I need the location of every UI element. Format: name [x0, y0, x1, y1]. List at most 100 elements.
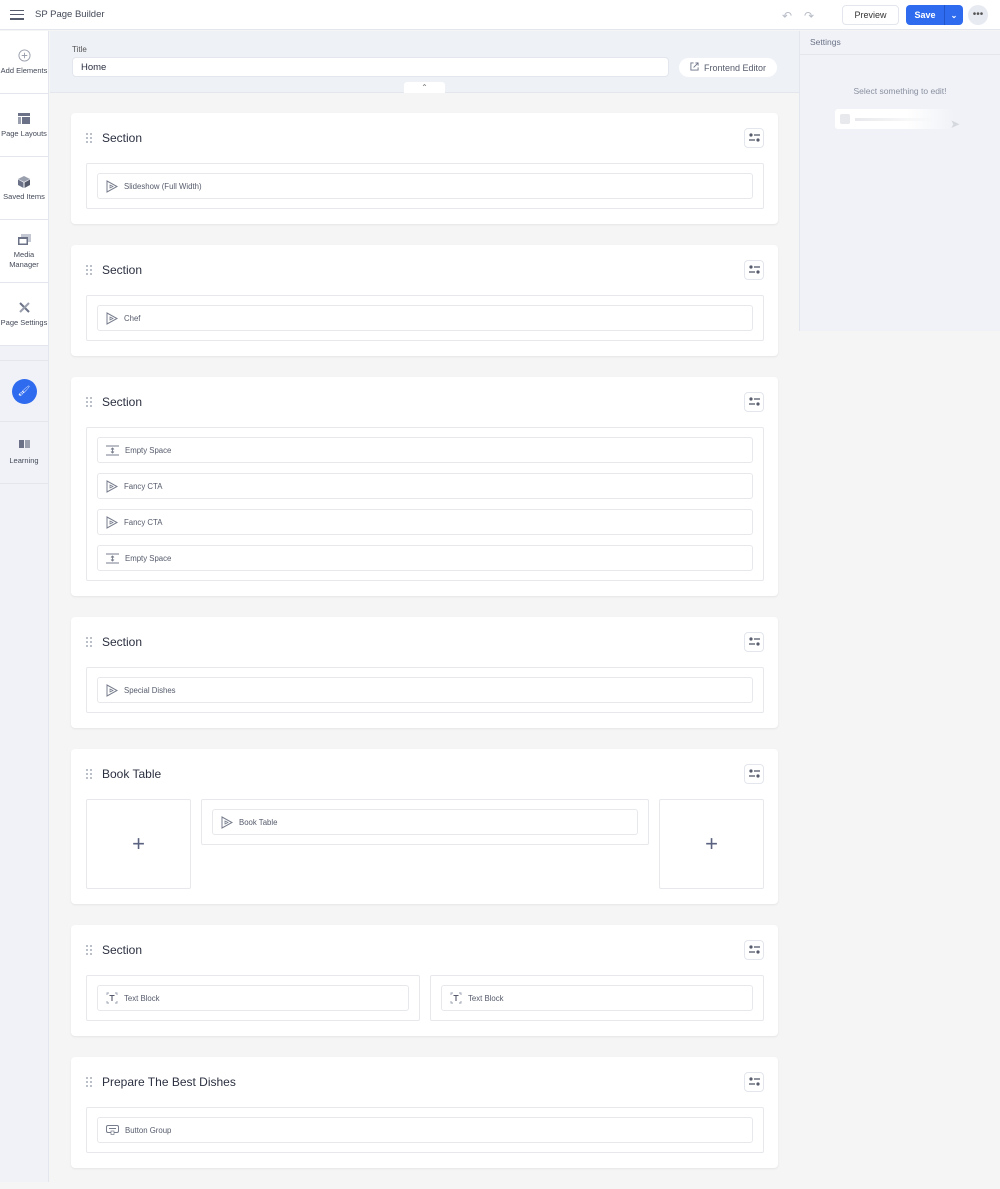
frontend-editor-button[interactable]: Frontend Editor [679, 58, 777, 77]
sidebar-item-saved-items[interactable]: Saved Items [0, 157, 48, 220]
drag-handle-icon[interactable] [86, 132, 92, 144]
add-element-column[interactable]: + [86, 799, 191, 889]
addon-icon [106, 311, 118, 325]
plus-icon[interactable]: + [132, 831, 145, 857]
column: Text Block [86, 975, 420, 1021]
sidebar-item-media-manager[interactable]: Media Manager [0, 220, 48, 283]
row: Special Dishes [86, 667, 764, 713]
addon-icon [106, 479, 118, 493]
section-options-button[interactable] [744, 1072, 764, 1092]
element-label: Fancy CTA [124, 517, 163, 527]
drag-handle-icon[interactable] [86, 396, 92, 408]
menu-icon[interactable] [10, 9, 24, 20]
drag-handle-icon[interactable] [86, 1076, 92, 1088]
element-label: Chef [124, 313, 141, 323]
sidebar-item-learning[interactable]: Learning [0, 422, 48, 484]
app-title: SP Page Builder [35, 9, 105, 20]
section[interactable]: Prepare The Best Dishes Button Group [71, 1057, 778, 1168]
column: Empty Space Fancy CTA Fancy CTA Empty Space [86, 427, 764, 581]
title-input[interactable] [72, 57, 669, 77]
element-item[interactable]: Special Dishes [97, 677, 753, 703]
collapse-toggle[interactable]: ⌃ [404, 82, 445, 93]
element-item[interactable]: Chef [97, 305, 753, 331]
sidebar-item-add-elements[interactable]: Add Elements [0, 31, 48, 94]
element-item[interactable]: Fancy CTA [97, 509, 753, 535]
title-label: Title [72, 45, 87, 54]
button-group-icon [106, 1125, 119, 1135]
element-item[interactable]: Text Block [97, 985, 409, 1011]
sliders-icon [748, 765, 760, 783]
sliders-icon [748, 261, 760, 279]
section[interactable]: Section Chef [71, 245, 778, 356]
element-item[interactable]: Empty Space [97, 437, 753, 463]
element-label: Empty Space [125, 445, 172, 455]
chevron-down-icon[interactable]: ⌄ [944, 5, 963, 25]
element-item[interactable]: Button Group [97, 1117, 753, 1143]
chevron-up-icon[interactable]: ⌃ [421, 83, 428, 92]
element-label: Special Dishes [124, 685, 176, 695]
empty-space-icon [106, 553, 119, 564]
redo-icon[interactable]: ↷ [804, 9, 814, 23]
preview-button[interactable]: Preview [842, 5, 899, 25]
text-block-icon [450, 992, 462, 1004]
row: Text Block Text Block [86, 975, 764, 1021]
cursor-icon: ➤ [950, 117, 961, 131]
element-item[interactable]: Slideshow (Full Width) [97, 173, 753, 199]
section-options-button[interactable] [744, 260, 764, 280]
section-header: Section [86, 113, 764, 163]
layout-icon [17, 112, 31, 126]
row: Slideshow (Full Width) [86, 163, 764, 209]
section-title: Section [102, 131, 143, 145]
sidebar-item-page-settings[interactable]: Page Settings [0, 283, 48, 346]
element-label: Button Group [125, 1125, 172, 1135]
row: Chef [86, 295, 764, 341]
section[interactable]: Section Text Block Text Block [71, 925, 778, 1036]
element-label: Fancy CTA [124, 481, 163, 491]
drag-handle-icon[interactable] [86, 944, 92, 956]
element-item[interactable]: Text Block [441, 985, 753, 1011]
section-options-button[interactable] [744, 128, 764, 148]
sidebar-item-page-layouts[interactable]: Page Layouts [0, 94, 48, 157]
drag-handle-icon[interactable] [86, 636, 92, 648]
section-options-button[interactable] [744, 632, 764, 652]
brush-icon[interactable]: 🖌 [11, 378, 37, 404]
box-icon [17, 175, 31, 189]
section-header: Section [86, 377, 764, 427]
drag-handle-icon[interactable] [86, 768, 92, 780]
element-item[interactable]: Fancy CTA [97, 473, 753, 499]
sliders-icon [748, 393, 760, 411]
undo-icon[interactable]: ↶ [782, 9, 792, 23]
row: Empty Space Fancy CTA Fancy CTA Empty Space [86, 427, 764, 581]
section[interactable]: Section Empty Space Fancy CTA Fancy CTA Empt… [71, 377, 778, 596]
plus-icon[interactable]: + [705, 831, 718, 857]
empty-space-icon [106, 445, 119, 456]
save-button[interactable]: Save ⌄ [906, 5, 963, 25]
book-icon [18, 440, 30, 450]
drag-handle-icon[interactable] [86, 264, 92, 276]
sidebar-item-label: Saved Items [3, 191, 45, 201]
element-item[interactable]: Book Table [212, 809, 638, 835]
top-bar: SP Page Builder ↶ ↷ Preview Save ⌄ ••• [0, 0, 1000, 30]
element-item[interactable]: Empty Space [97, 545, 753, 571]
section-options-button[interactable] [744, 940, 764, 960]
external-link-icon [690, 62, 699, 73]
tools-icon [17, 301, 31, 315]
builder-canvas: Section Slideshow (Full Width) Section Chef… [71, 113, 778, 1189]
sidebar-item-label: Media Manager [9, 249, 39, 269]
save-label[interactable]: Save [906, 10, 944, 20]
settings-empty-message: Select something to edit! [853, 86, 947, 96]
section-options-button[interactable] [744, 392, 764, 412]
section[interactable]: Section Slideshow (Full Width) [71, 113, 778, 224]
settings-panel: Settings Select something to edit! ➤ [799, 31, 1000, 331]
image-icon [17, 233, 31, 247]
brush-button[interactable]: 🖌 [0, 360, 48, 422]
section[interactable]: Book Table + Book Table + [71, 749, 778, 904]
add-element-column[interactable]: + [659, 799, 764, 889]
element-label: Text Block [124, 993, 160, 1003]
section[interactable]: Section Special Dishes [71, 617, 778, 728]
section-options-button[interactable] [744, 764, 764, 784]
element-label: Book Table [239, 817, 278, 827]
element-label: Text Block [468, 993, 504, 1003]
more-button[interactable]: ••• [968, 5, 988, 25]
element-label: Empty Space [125, 553, 172, 563]
